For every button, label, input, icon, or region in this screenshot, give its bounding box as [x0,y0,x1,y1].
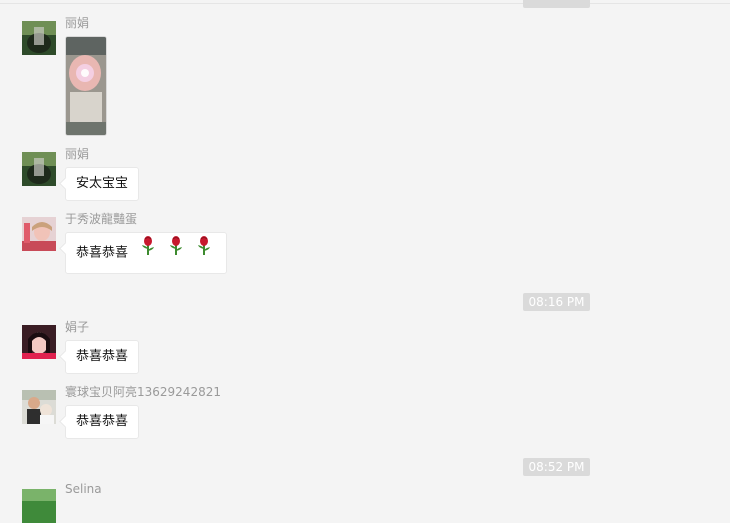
message-text: 恭喜恭喜 [76,245,129,261]
rose-icon [196,233,212,273]
avatar[interactable] [22,390,56,424]
sender-name: 丽娟 [65,16,90,30]
avatar[interactable] [22,489,56,523]
message-text: 安太宝宝 [76,176,129,191]
sender-name: 娟子 [65,320,90,334]
top-divider [0,3,730,4]
message-bubble[interactable]: 恭喜恭喜 [65,340,140,374]
time-chip-partial [523,0,590,8]
time-chip: 08:52 PM [523,458,590,476]
message-bubble[interactable]: 恭喜恭喜 [65,405,140,439]
message-text: 恭喜恭喜 [76,414,129,429]
avatar[interactable] [22,325,56,359]
sender-name: 寰球宝贝阿亮13629242821 [65,385,221,399]
message-bubble[interactable]: 安太宝宝 [65,167,140,201]
sender-name: 于秀波龍豔蛋 [65,212,138,226]
sender-name: 丽娟 [65,147,90,161]
rose-icon [168,233,184,273]
time-chip: 08:16 PM [523,293,590,311]
rose-icon [140,233,156,273]
image-message[interactable] [65,36,107,136]
sender-name: Selina [65,482,102,496]
avatar[interactable] [22,217,56,251]
avatar[interactable] [22,21,56,55]
avatar[interactable] [22,152,56,186]
message-text: 恭喜恭喜 [76,349,129,364]
message-bubble[interactable]: 恭喜恭喜 [65,232,228,274]
